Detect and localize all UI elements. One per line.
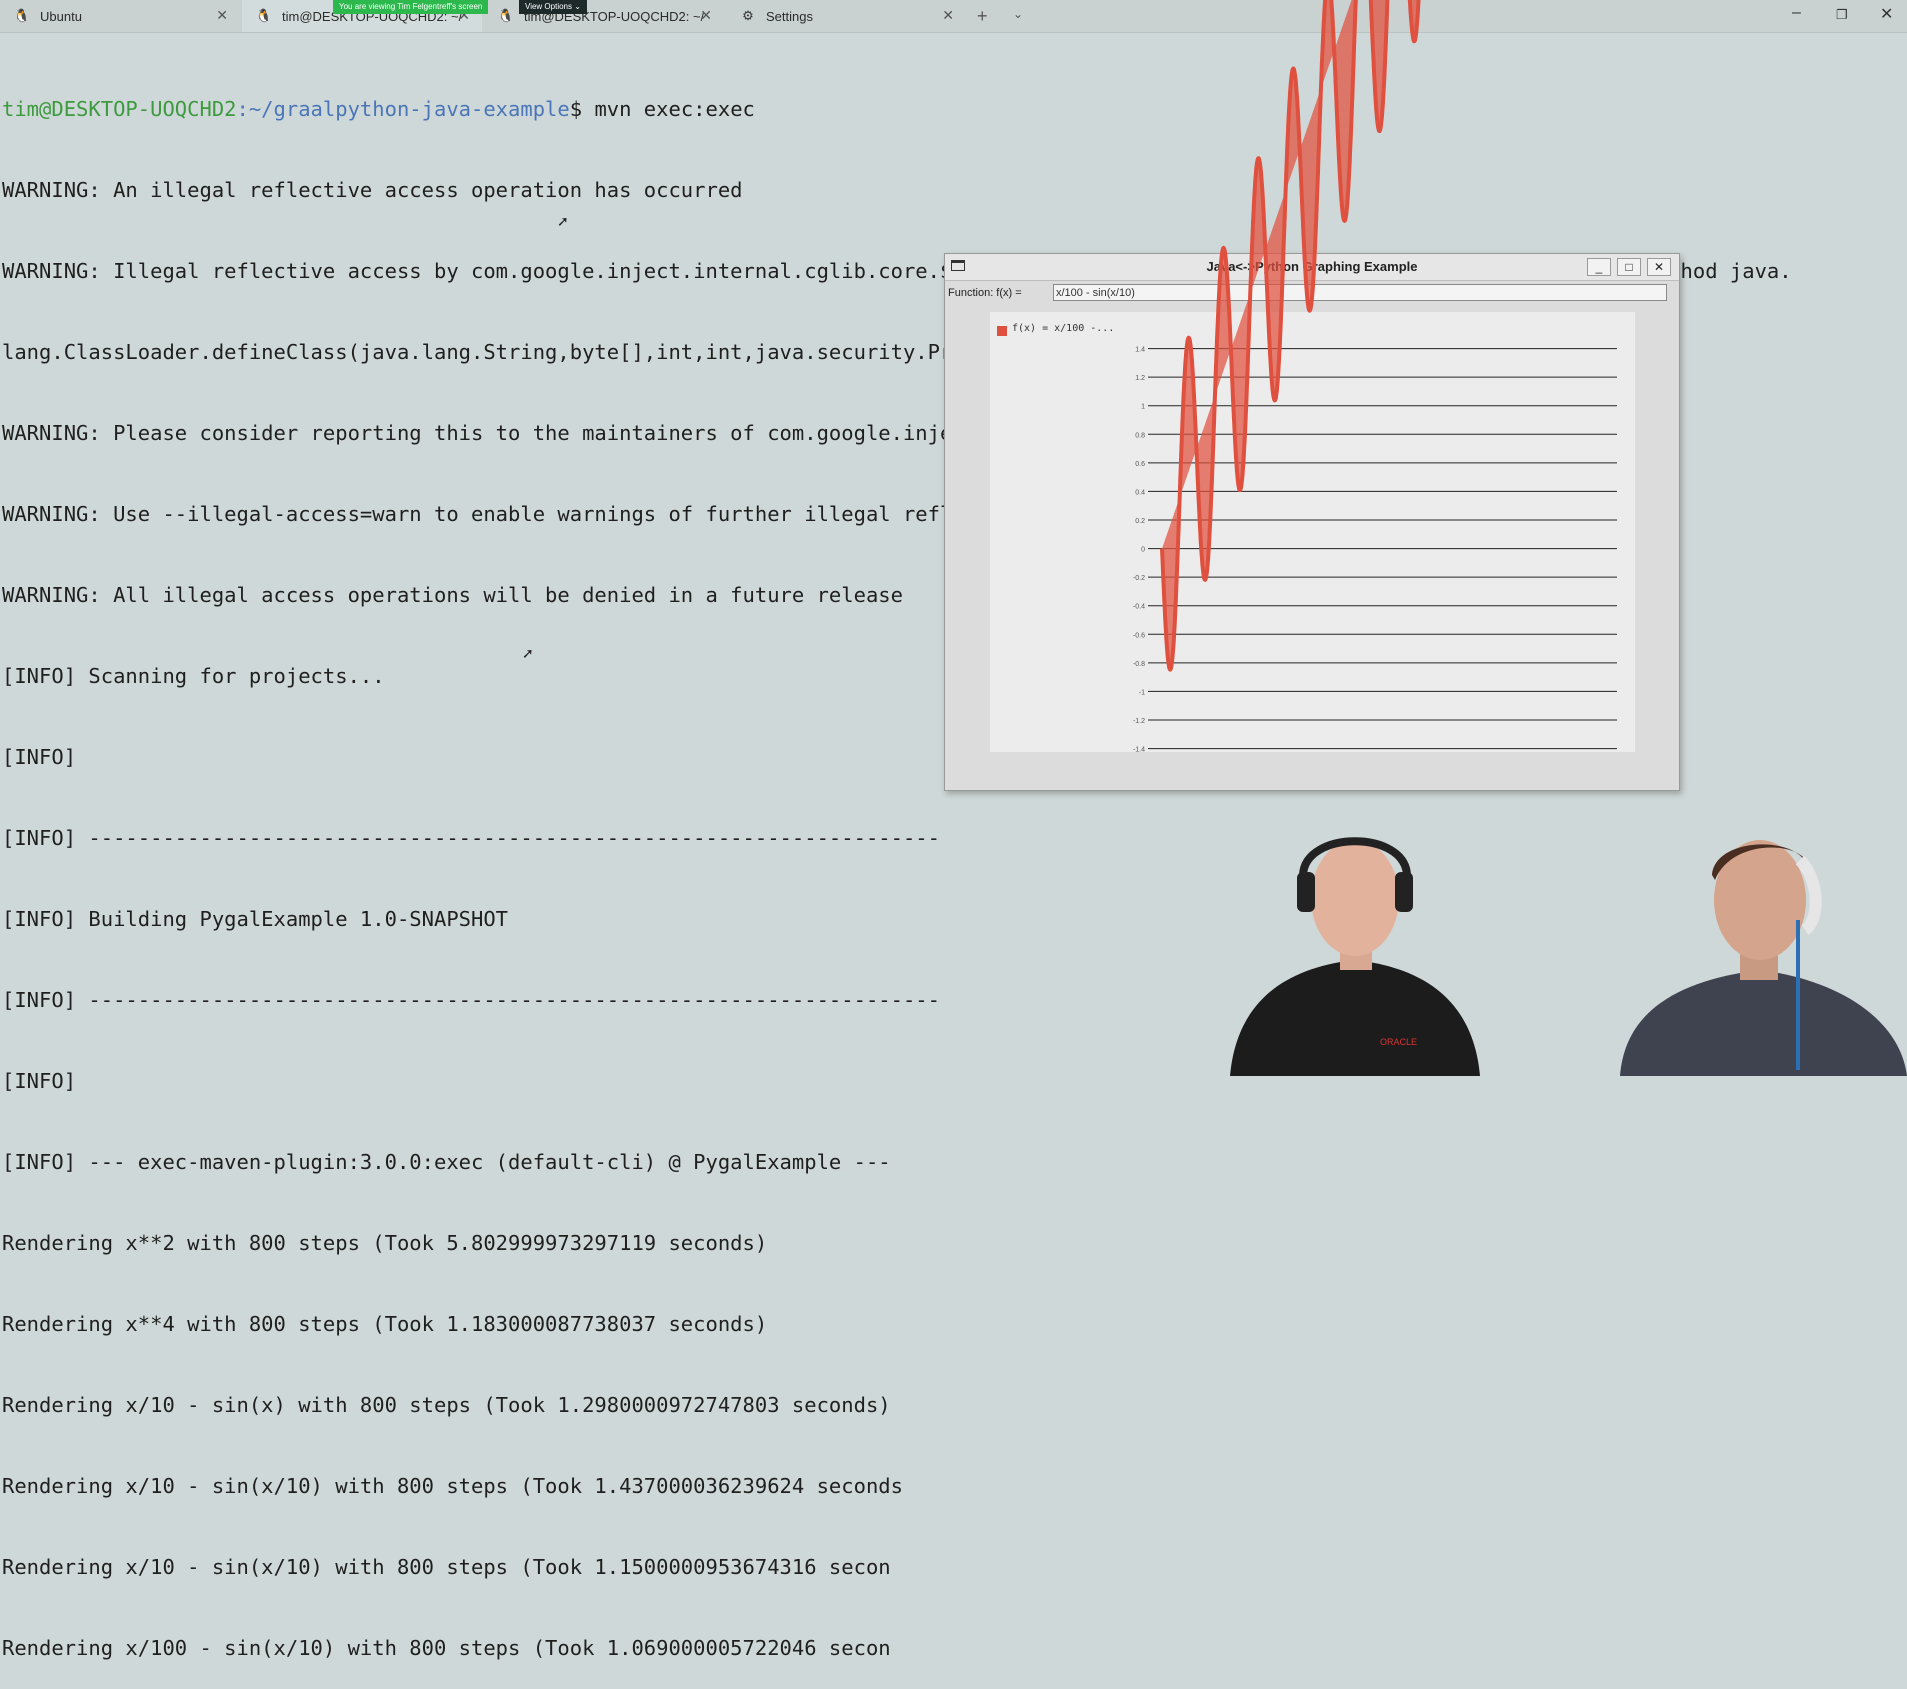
tab-settings[interactable]: ⚙ Settings ✕ bbox=[726, 0, 966, 32]
terminal-line: [INFO] ---------------------------------… bbox=[2, 826, 942, 850]
tab-label: Ubuntu bbox=[40, 8, 82, 24]
terminal-line: [INFO] Building PygalExample 1.0-SNAPSHO… bbox=[2, 907, 509, 931]
linux-tux-icon: 🐧 bbox=[13, 8, 31, 23]
terminal-line: [INFO] bbox=[2, 1069, 77, 1093]
webcam-participant-1: ORACLE bbox=[1230, 837, 1480, 1076]
tab-bar: 🐧 Ubuntu ✕ 🐧 tim@DESKTOP-UOQCHD2: ~/ ✕ 🐧… bbox=[0, 0, 1907, 33]
close-icon[interactable]: ✕ bbox=[216, 7, 228, 24]
terminal-line: [INFO] ---------------------------------… bbox=[2, 988, 942, 1012]
command-text: mvn exec:exec bbox=[594, 97, 755, 121]
close-icon[interactable]: ✕ bbox=[942, 7, 954, 24]
terminal-line: Rendering x/10 - sin(x/10) with 800 step… bbox=[2, 1474, 903, 1498]
terminal-line: Rendering x/10 - sin(x/10) with 800 step… bbox=[2, 1555, 891, 1579]
terminal-line: [INFO] --- exec-maven-plugin:3.0.0:exec … bbox=[2, 1150, 891, 1174]
function-label: Function: f(x) = bbox=[948, 287, 1022, 299]
close-button[interactable]: ✕ bbox=[1647, 258, 1671, 276]
svg-text:ORACLE: ORACLE bbox=[1380, 1037, 1417, 1047]
new-tab-plus-icon[interactable]: + bbox=[977, 6, 988, 27]
function-input[interactable] bbox=[1053, 284, 1667, 301]
linux-tux-icon: 🐧 bbox=[497, 8, 515, 23]
prompt-user: tim@DESKTOP-UOQCHD2 bbox=[2, 97, 237, 121]
prompt-path: :~/graalpython-java-example bbox=[236, 97, 570, 121]
legend-swatch bbox=[997, 326, 1007, 336]
minimize-icon[interactable]: – bbox=[1792, 4, 1801, 22]
terminal-line: Rendering x/100 - sin(x/10) with 800 ste… bbox=[2, 1636, 891, 1660]
plot-area bbox=[990, 312, 1635, 752]
graph-window-titlebar[interactable]: Java<->Python Graphing Example bbox=[945, 254, 1679, 281]
window-icon bbox=[951, 260, 965, 271]
mouse-cursor-icon: ➚ bbox=[557, 213, 569, 229]
close-window-icon[interactable]: ✕ bbox=[1880, 4, 1893, 24]
legend-label: f(x) = x/100 -... bbox=[1012, 323, 1115, 334]
view-options-button[interactable]: View Options ⌄ bbox=[519, 0, 587, 14]
terminal-line: Rendering x**2 with 800 steps (Took 5.80… bbox=[2, 1231, 768, 1255]
minimize-button[interactable]: _ bbox=[1587, 258, 1611, 276]
graph-window-title: Java<->Python Graphing Example bbox=[1206, 259, 1418, 274]
maximize-button[interactable]: □ bbox=[1617, 258, 1641, 276]
close-icon[interactable]: ✕ bbox=[700, 7, 712, 24]
prompt-line: tim@DESKTOP-UOQCHD2:~/graalpython-java-e… bbox=[2, 96, 1902, 123]
tab-label: Settings bbox=[766, 8, 813, 24]
terminal-line: WARNING: An illegal reflective access op… bbox=[2, 178, 743, 202]
terminal-line: Rendering x**4 with 800 steps (Took 1.18… bbox=[2, 1312, 768, 1336]
gear-icon: ⚙ bbox=[742, 8, 754, 23]
restore-icon[interactable]: ❐ bbox=[1836, 7, 1848, 23]
terminal-line: Rendering x/10 - sin(x) with 800 steps (… bbox=[2, 1393, 891, 1417]
webcam-participant-2 bbox=[1620, 840, 1907, 1076]
mouse-cursor-icon: ➚ bbox=[522, 645, 534, 661]
linux-tux-icon: 🐧 bbox=[255, 8, 273, 23]
prompt-symbol: $ bbox=[569, 97, 595, 121]
chevron-down-icon[interactable]: ⌄ bbox=[1013, 7, 1023, 21]
tab-ubuntu[interactable]: 🐧 Ubuntu ✕ bbox=[0, 0, 240, 32]
screen-share-banner: You are viewing Tim Felgentreff's screen bbox=[333, 0, 489, 14]
